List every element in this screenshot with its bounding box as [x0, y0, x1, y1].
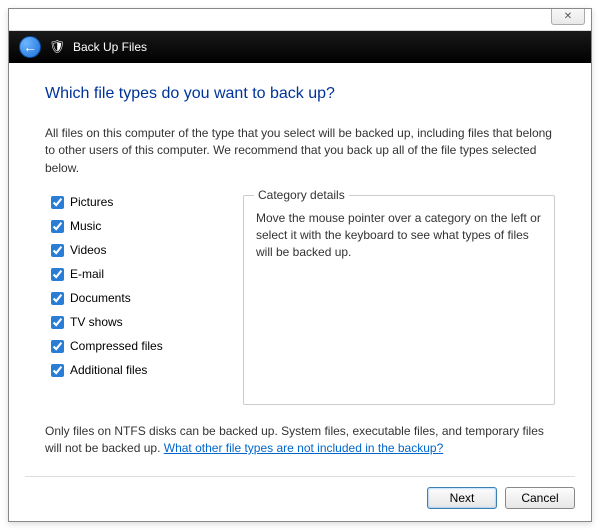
next-button[interactable]: Next [427, 487, 497, 509]
category-checkbox-row[interactable]: Additional files [51, 363, 225, 377]
mid-section: Pictures Music Videos E-mail Documents TV sho… [45, 195, 555, 405]
category-checkbox-row[interactable]: Pictures [51, 195, 225, 209]
category-label: Compressed files [70, 339, 163, 353]
category-checkbox[interactable] [51, 292, 64, 305]
category-label: TV shows [70, 315, 123, 329]
category-checkbox[interactable] [51, 196, 64, 209]
category-label: Additional files [70, 363, 147, 377]
category-details-text: Move the mouse pointer over a category o… [256, 210, 542, 260]
page-heading: Which file types do you want to back up? [45, 85, 555, 103]
cancel-button[interactable]: Cancel [505, 487, 575, 509]
category-checkbox-row[interactable]: E-mail [51, 267, 225, 281]
category-label: Pictures [70, 195, 113, 209]
header-title: Back Up Files [73, 40, 147, 54]
category-checkbox-row[interactable]: Compressed files [51, 339, 225, 353]
category-label: E-mail [70, 267, 104, 281]
category-details-box: Category details Move the mouse pointer … [243, 195, 555, 405]
wizard-window: ✕ ← 🛡 Back Up Files Which file types do … [8, 8, 592, 522]
back-button[interactable]: ← [19, 36, 41, 58]
category-details-legend: Category details [254, 188, 349, 202]
category-checkbox[interactable] [51, 364, 64, 377]
category-checkbox-row[interactable]: TV shows [51, 315, 225, 329]
shield-icon: 🛡 [49, 39, 65, 55]
intro-text: All files on this computer of the type t… [45, 125, 555, 177]
category-checkbox-row[interactable]: Music [51, 219, 225, 233]
close-icon: ✕ [564, 11, 572, 22]
titlebar: ✕ [9, 9, 591, 31]
footer-link[interactable]: What other file types are not included i… [164, 441, 444, 455]
category-checkbox[interactable] [51, 220, 64, 233]
category-checkbox-row[interactable]: Videos [51, 243, 225, 257]
category-label: Documents [70, 291, 131, 305]
category-checkbox[interactable] [51, 316, 64, 329]
category-checkbox[interactable] [51, 268, 64, 281]
category-checkbox[interactable] [51, 340, 64, 353]
footer-note: Only files on NTFS disks can be backed u… [45, 423, 555, 457]
content-area: Which file types do you want to back up?… [9, 63, 591, 465]
category-label: Music [70, 219, 101, 233]
category-list: Pictures Music Videos E-mail Documents TV sho… [45, 195, 225, 387]
category-checkbox-row[interactable]: Documents [51, 291, 225, 305]
header-bar: ← 🛡 Back Up Files [9, 31, 591, 63]
close-button[interactable]: ✕ [551, 9, 585, 25]
category-checkbox[interactable] [51, 244, 64, 257]
button-row: Next Cancel [25, 476, 575, 509]
back-arrow-icon: ← [23, 39, 37, 55]
category-label: Videos [70, 243, 106, 257]
